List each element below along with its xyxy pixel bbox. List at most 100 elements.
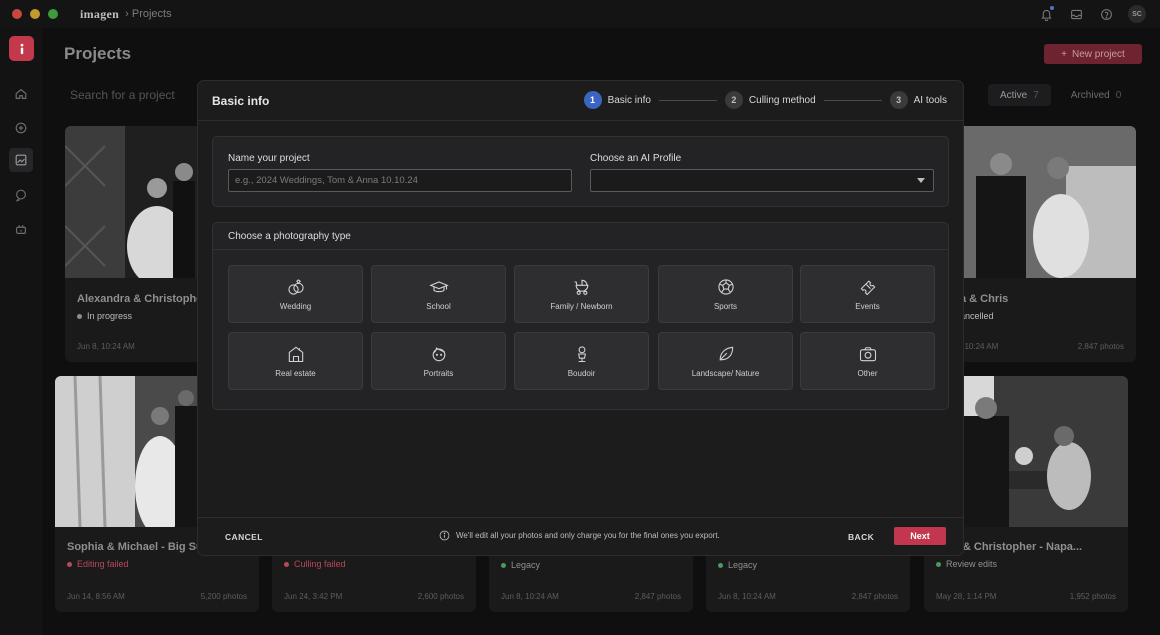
project-date: , 10:24 AM [960, 342, 999, 351]
tab-label: Active [1000, 89, 1028, 101]
status-label: Review edits [946, 559, 998, 569]
chevron-down-icon [917, 178, 925, 183]
type-panel-header: Choose a photography type [213, 223, 948, 250]
inbox-icon[interactable] [1068, 6, 1084, 22]
type-label: Real estate [275, 369, 316, 378]
step-ai-tools[interactable]: 3 AI tools [889, 91, 947, 109]
modal-title: Basic info [212, 94, 270, 108]
modal-header: Basic info 1 Basic info 2 Culling method… [198, 81, 963, 121]
ball-icon [717, 279, 734, 295]
bell-icon[interactable] [1038, 6, 1054, 22]
tag-icon[interactable] [12, 119, 30, 137]
step-label: Basic info [607, 94, 651, 106]
projects-icon[interactable] [9, 148, 33, 172]
project-photo-count: 2,847 photos [851, 592, 898, 601]
type-tile-portraits[interactable]: Portraits [371, 332, 506, 390]
project-date: Jun 8, 10:24 AM [501, 592, 559, 601]
type-heading: Choose a photography type [228, 231, 351, 242]
plugin-icon[interactable] [12, 220, 30, 238]
project-date: Jun 24, 3:42 PM [284, 592, 343, 601]
brand-logo: imagen [80, 6, 120, 21]
status-dot [284, 561, 289, 567]
project-status: Legacy [718, 560, 757, 570]
type-tile-sports[interactable]: Sports [658, 265, 793, 323]
project-date: Jun 8, 10:24 AM [718, 592, 776, 601]
close-window-button[interactable] [12, 9, 22, 19]
minimize-window-button[interactable] [30, 9, 40, 19]
tab-active[interactable]: Active 7 [988, 84, 1051, 106]
app-logo-icon[interactable] [9, 36, 34, 61]
billing-note: We'll edit all your photos and only char… [439, 530, 720, 541]
boudoir-icon [577, 346, 586, 363]
project-search-input[interactable]: Search for a project [64, 82, 204, 108]
project-photo-count: 1,952 photos [1069, 592, 1116, 601]
project-status: ancelled [960, 311, 994, 321]
step-basic-info[interactable]: 1 Basic info [583, 91, 651, 109]
project-details-panel: Name your project Choose an AI Profile [212, 136, 949, 207]
stroller-icon [574, 279, 588, 295]
project-thumbnail [65, 126, 205, 278]
home-icon[interactable] [12, 85, 30, 103]
ai-profile-label: Choose an AI Profile [590, 153, 682, 164]
project-photo-count: 2,847 photos [1077, 342, 1124, 351]
type-tile-wedding[interactable]: Wedding [228, 265, 363, 323]
modal-footer: CANCEL We'll edit all your photos and on… [198, 517, 963, 555]
status-dot [77, 313, 82, 319]
help-icon[interactable] [1098, 6, 1114, 22]
camera-icon [859, 347, 876, 362]
tab-count: 7 [1033, 89, 1039, 101]
project-card[interactable]: a & Chris ancelled , 10:24 AM 2,847 phot… [946, 126, 1136, 362]
step-label: AI tools [913, 94, 947, 106]
step-number: 2 [724, 91, 743, 109]
info-icon [439, 530, 450, 541]
type-tile-real-estate[interactable]: Real estate [228, 332, 363, 390]
type-label: School [426, 302, 451, 311]
photography-type-panel: Choose a photography type Wedding School… [212, 222, 949, 410]
status-label: Culling failed [294, 559, 346, 569]
chat-icon[interactable] [12, 186, 30, 204]
type-tile-boudoir[interactable]: Boudoir [514, 332, 649, 390]
status-dot [501, 562, 506, 568]
status-label: Legacy [728, 560, 758, 570]
type-tile-school[interactable]: School [371, 265, 506, 323]
step-connector [823, 99, 882, 101]
project-status: Culling failed [284, 559, 346, 569]
next-button[interactable]: Next [894, 527, 946, 545]
status-label: Legacy [511, 560, 541, 570]
plus-icon: + [1061, 48, 1068, 60]
project-status: In progress [77, 311, 132, 321]
project-status: Editing failed [67, 559, 129, 569]
project-photo-count: 2,847 photos [634, 592, 681, 601]
status-dot [67, 561, 72, 567]
status-dot [936, 561, 941, 567]
type-tile-landscape-nature[interactable]: Landscape/ Nature [658, 332, 793, 390]
type-tile-family-newborn[interactable]: Family / Newborn [514, 265, 649, 323]
tab-archived[interactable]: Archived 0 [1059, 84, 1133, 106]
project-name-input[interactable] [228, 169, 572, 192]
project-card[interactable]: Alexandra & Christophe In progress Jun 8… [65, 126, 205, 362]
project-status: Legacy [501, 560, 540, 570]
breadcrumb[interactable]: › Projects [125, 8, 171, 20]
project-date: Jun 14, 8:56 AM [67, 592, 125, 601]
billing-note-text: We'll edit all your photos and only char… [456, 531, 720, 540]
new-project-modal: Basic info 1 Basic info 2 Culling method… [197, 80, 964, 556]
maximize-window-button[interactable] [48, 9, 58, 19]
back-button[interactable]: BACK [848, 532, 874, 542]
type-tile-other[interactable]: Other [800, 332, 935, 390]
stepper: 1 Basic info 2 Culling method 3 AI tools [583, 91, 947, 109]
project-date: Jun 8, 10:24 AM [77, 342, 135, 351]
ticket-icon [860, 280, 875, 296]
avatar[interactable]: SC [1128, 5, 1146, 23]
new-project-button[interactable]: + New project [1044, 44, 1142, 64]
type-label: Landscape/ Nature [691, 369, 760, 378]
status-label: In progress [87, 311, 133, 321]
step-culling-method[interactable]: 2 Culling method [724, 91, 816, 109]
cancel-button[interactable]: CANCEL [225, 532, 263, 542]
step-connector [658, 99, 717, 101]
type-tile-events[interactable]: Events [800, 265, 935, 323]
ai-profile-select[interactable] [590, 169, 934, 192]
project-date: May 28, 1:14 PM [936, 592, 997, 601]
type-label: Wedding [279, 302, 312, 311]
tab-label: Archived [1070, 89, 1110, 101]
status-label: ancelled [960, 311, 994, 321]
